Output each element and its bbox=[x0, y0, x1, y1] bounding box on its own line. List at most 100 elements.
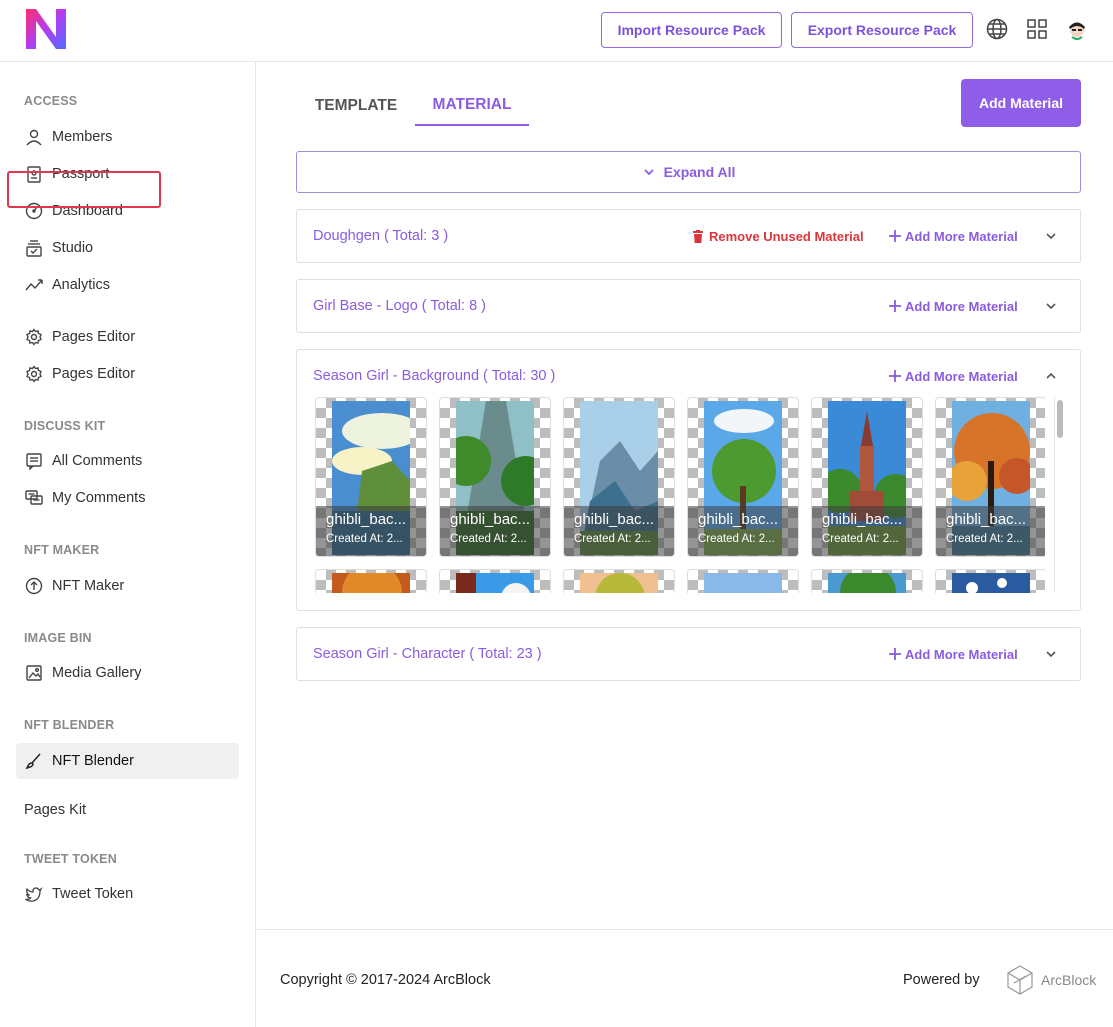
arcblock-brand: ArcBlock bbox=[1041, 972, 1097, 988]
app-logo[interactable] bbox=[24, 7, 68, 51]
grid-scrollbar[interactable] bbox=[1054, 397, 1064, 593]
sidebar-item-nft-blender[interactable]: NFT Blender bbox=[16, 743, 239, 779]
chevron-up-icon[interactable] bbox=[1041, 366, 1061, 386]
material-panel: Girl Base - Logo ( Total: 8 ) Add More M… bbox=[296, 279, 1081, 333]
sidebar-item-tweet-token[interactable]: Tweet Token bbox=[16, 876, 239, 912]
export-resource-pack-button[interactable]: Export Resource Pack bbox=[791, 12, 973, 48]
sidebar-item-all-comments[interactable]: All Comments bbox=[16, 443, 239, 479]
section-discuss-kit: DISCUSS KIT bbox=[24, 419, 106, 433]
chat-icon bbox=[24, 488, 44, 508]
material-card[interactable] bbox=[811, 569, 923, 593]
import-resource-pack-button[interactable]: Import Resource Pack bbox=[601, 12, 782, 48]
sidebar-item-members[interactable]: Members bbox=[16, 119, 239, 155]
footer: Copyright © 2017-2024 ArcBlock Powered b… bbox=[257, 929, 1113, 1027]
material-card[interactable] bbox=[439, 569, 551, 593]
panel-title[interactable]: Doughgen ( Total: 3 ) bbox=[313, 210, 448, 262]
globe-icon[interactable] bbox=[985, 17, 1009, 41]
material-card[interactable] bbox=[563, 569, 675, 593]
material-card[interactable]: ghibli_bac... Created At: 2... bbox=[811, 397, 923, 557]
material-card[interactable] bbox=[687, 569, 799, 593]
sidebar-item-media-gallery[interactable]: Media Gallery bbox=[16, 655, 239, 691]
comments-icon bbox=[24, 451, 44, 471]
sidebar-item-passport[interactable]: Passport bbox=[16, 156, 239, 192]
sidebar-item-my-comments[interactable]: My Comments bbox=[16, 480, 239, 516]
apps-grid-icon[interactable] bbox=[1025, 17, 1049, 41]
remove-unused-material-button[interactable]: Remove Unused Material bbox=[692, 210, 864, 262]
sidebar-item-label: My Comments bbox=[52, 490, 146, 506]
material-card[interactable]: ghibli_bac... Created At: 2... bbox=[563, 397, 675, 557]
passport-icon bbox=[24, 164, 44, 184]
material-thumbnail bbox=[828, 573, 906, 593]
chevron-down-icon[interactable] bbox=[1041, 296, 1061, 316]
sidebar-item-label: Tweet Token bbox=[52, 886, 134, 902]
material-card[interactable]: ghibli_bac... Created At: 2... bbox=[687, 397, 799, 557]
material-name: ghibli_bac... bbox=[698, 511, 779, 528]
sidebar-item-pages-editor-1[interactable]: Pages Editor bbox=[16, 319, 239, 355]
sidebar-item-label: Members bbox=[52, 129, 113, 145]
material-created: Created At: 2... bbox=[698, 533, 775, 545]
material-created: Created At: 2... bbox=[574, 533, 651, 545]
material-thumbnail bbox=[332, 573, 410, 593]
panel-title[interactable]: Girl Base - Logo ( Total: 8 ) bbox=[313, 280, 486, 332]
material-panel: Doughgen ( Total: 3 ) Remove Unused Mate… bbox=[296, 209, 1081, 263]
image-icon bbox=[24, 663, 44, 683]
material-thumbnail bbox=[580, 573, 658, 593]
gear-icon bbox=[24, 364, 44, 384]
section-nft-blender: NFT BLENDER bbox=[24, 718, 115, 732]
material-panel: Season Girl - Character ( Total: 23 ) Ad… bbox=[296, 627, 1081, 681]
panel-title[interactable]: Season Girl - Background ( Total: 30 ) bbox=[313, 350, 555, 402]
material-card[interactable]: ghibli_bac... Created At: 2... bbox=[315, 397, 427, 557]
material-card[interactable] bbox=[315, 569, 427, 593]
tab-template[interactable]: TEMPLATE bbox=[301, 86, 411, 126]
expand-all-button[interactable]: Expand All bbox=[296, 151, 1081, 193]
plus-icon bbox=[889, 300, 901, 312]
add-more-material-button[interactable]: Add More Material bbox=[889, 210, 1018, 262]
add-material-button[interactable]: Add Material bbox=[961, 79, 1081, 127]
chevron-down-icon[interactable] bbox=[1041, 226, 1061, 246]
material-thumbnail bbox=[952, 573, 1030, 593]
add-more-material-button[interactable]: Add More Material bbox=[889, 280, 1018, 332]
chevron-down-icon[interactable] bbox=[1041, 644, 1061, 664]
sidebar-item-label: All Comments bbox=[52, 453, 143, 469]
add-more-material-button[interactable]: Add More Material bbox=[889, 628, 1018, 680]
gauge-icon bbox=[24, 201, 44, 221]
material-grid: ghibli_bac... Created At: 2... ghibli_ba… bbox=[315, 397, 1045, 593]
sidebar-item-nft-maker[interactable]: NFT Maker bbox=[16, 568, 239, 604]
tab-material[interactable]: MATERIAL bbox=[415, 86, 529, 126]
sidebar-item-label: Dashboard bbox=[52, 203, 123, 219]
sidebar-item-pages-editor-2[interactable]: Pages Editor bbox=[16, 356, 239, 392]
arcblock-link[interactable]: ArcBlock bbox=[1007, 965, 1096, 995]
material-created: Created At: 2... bbox=[450, 533, 527, 545]
arcblock-logo-icon bbox=[1007, 965, 1033, 995]
section-nft-maker: NFT MAKER bbox=[24, 543, 100, 557]
material-created: Created At: 2... bbox=[946, 533, 1023, 545]
material-card[interactable]: ghibli_bac... Created At: 2... bbox=[439, 397, 551, 557]
sidebar-item-label: Pages Editor bbox=[52, 366, 136, 382]
sidebar-item-studio[interactable]: Studio bbox=[16, 230, 239, 266]
panel-title[interactable]: Season Girl - Character ( Total: 23 ) bbox=[313, 628, 542, 680]
app-header: Import Resource Pack Export Resource Pac… bbox=[0, 0, 1113, 62]
material-name: ghibli_bac... bbox=[574, 511, 655, 528]
material-thumbnail bbox=[704, 573, 782, 593]
sidebar-item-analytics[interactable]: Analytics bbox=[16, 267, 239, 303]
brush-icon bbox=[24, 751, 44, 771]
gear-icon bbox=[24, 327, 44, 347]
sidebar-item-label: Media Gallery bbox=[52, 665, 142, 681]
section-access: ACCESS bbox=[24, 94, 78, 108]
sidebar-item-label: Studio bbox=[52, 240, 94, 256]
scrollbar-thumb[interactable] bbox=[1057, 400, 1063, 438]
add-more-material-button[interactable]: Add More Material bbox=[889, 350, 1018, 402]
material-card[interactable]: ghibli_bac... Created At: 2... bbox=[935, 397, 1045, 557]
section-tweet-token: TWEET TOKEN bbox=[24, 852, 117, 866]
material-card[interactable] bbox=[935, 569, 1045, 593]
plus-icon bbox=[889, 648, 901, 660]
sidebar-item-label: Analytics bbox=[52, 277, 111, 293]
upload-circle-icon bbox=[24, 576, 44, 596]
analytics-icon bbox=[24, 275, 44, 295]
user-avatar[interactable] bbox=[1065, 17, 1089, 41]
trash-icon bbox=[693, 229, 703, 243]
twitter-icon bbox=[24, 884, 44, 904]
sidebar-item-dashboard[interactable]: Dashboard bbox=[16, 193, 239, 229]
plus-icon bbox=[889, 370, 901, 382]
sidebar-item-pages-kit[interactable]: Pages Kit bbox=[16, 792, 239, 828]
